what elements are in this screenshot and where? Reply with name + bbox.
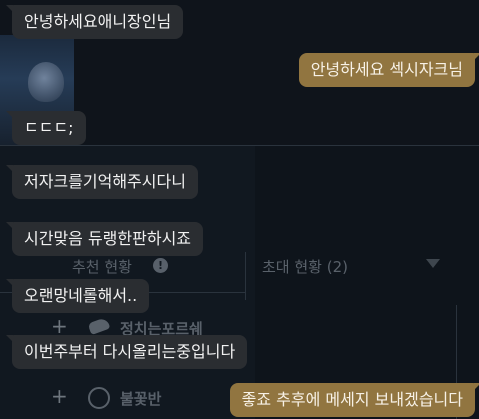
chat-message-received[interactable]: 저자크를기억해주시다니 [6, 165, 198, 199]
chat-message-received[interactable]: 이번주부터 다시올리는중입니다 [5, 335, 248, 369]
recommend-item-name[interactable]: 불꽃반 [120, 388, 161, 409]
chat-message-sent[interactable]: 좋죠 추후에 메세지 보내겠습니다 [229, 383, 479, 417]
chevron-down-icon[interactable] [426, 259, 440, 268]
invite-panel [255, 145, 479, 419]
chat-message-received[interactable]: ㄷㄷㄷ; [6, 111, 86, 145]
clock-icon [88, 387, 110, 409]
chat-message-sent[interactable]: 안녕하세요 섹시자크님 [298, 53, 479, 87]
chat-message-received[interactable]: 시간맞음 듀랭한판하시죠 [5, 222, 204, 256]
info-icon[interactable]: ! [153, 258, 168, 273]
recommend-status-label[interactable]: 추천 현황 [72, 256, 132, 277]
champion-portrait [28, 62, 64, 102]
add-friend-icon[interactable]: + [51, 316, 68, 336]
invite-status-label[interactable]: 초대 현황 (2) [262, 256, 348, 277]
chat-message-received[interactable]: 안녕하세요애니장인님 [5, 5, 184, 39]
add-friend-icon[interactable]: + [51, 386, 68, 406]
chat-message-received[interactable]: 오랜망네롤해서.. [5, 279, 150, 313]
panel-column-divider [245, 252, 246, 300]
panel-top-divider [0, 145, 479, 146]
